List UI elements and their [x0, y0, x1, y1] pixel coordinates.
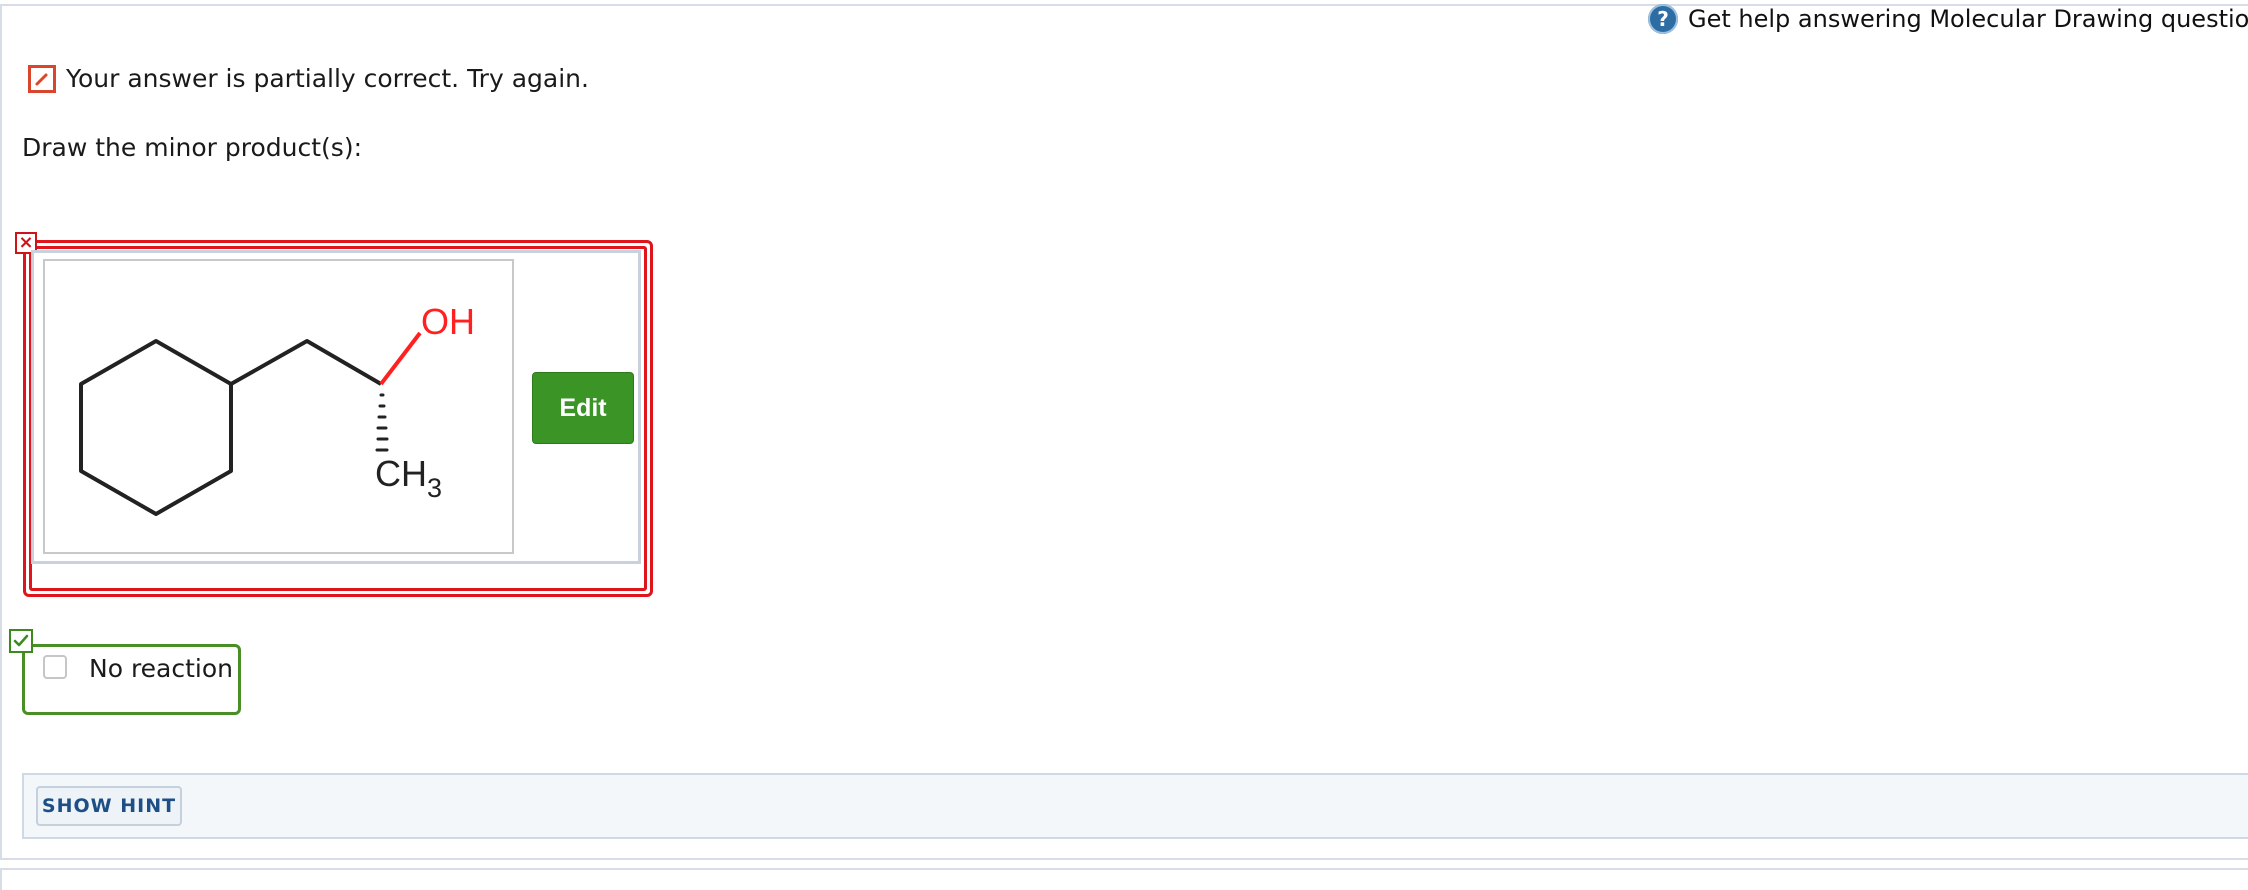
- ch3-label: CH3: [375, 453, 442, 503]
- molecule-drawing[interactable]: OH CH3: [43, 259, 514, 554]
- next-section-frame: [0, 868, 2248, 890]
- checkmark-icon: [9, 629, 33, 653]
- feedback-message: Your answer is partially correct. Try ag…: [28, 64, 589, 93]
- cyclohexane-ring: [79, 339, 233, 516]
- oh-label: OH: [421, 301, 475, 342]
- help-link[interactable]: ? Get help answering Molecular Drawing q…: [1648, 2, 2248, 36]
- carbon-chain: [230, 339, 383, 386]
- question-circle-icon: ?: [1648, 4, 1678, 34]
- hint-bar: [22, 773, 2248, 839]
- edit-button[interactable]: Edit: [532, 372, 634, 444]
- feedback-text: Your answer is partially correct. Try ag…: [66, 64, 589, 93]
- no-reaction-checkbox[interactable]: [43, 655, 67, 679]
- show-hint-button[interactable]: SHOW HINT: [36, 786, 182, 826]
- oh-bond: [379, 331, 422, 386]
- hashed-wedge-bond: [375, 393, 389, 452]
- question-prompt: Draw the minor product(s):: [22, 133, 362, 162]
- help-link-text: Get help answering Molecular Drawing que…: [1688, 5, 2248, 33]
- pencil-icon: [28, 64, 56, 93]
- no-reaction-label[interactable]: No reaction: [89, 654, 233, 683]
